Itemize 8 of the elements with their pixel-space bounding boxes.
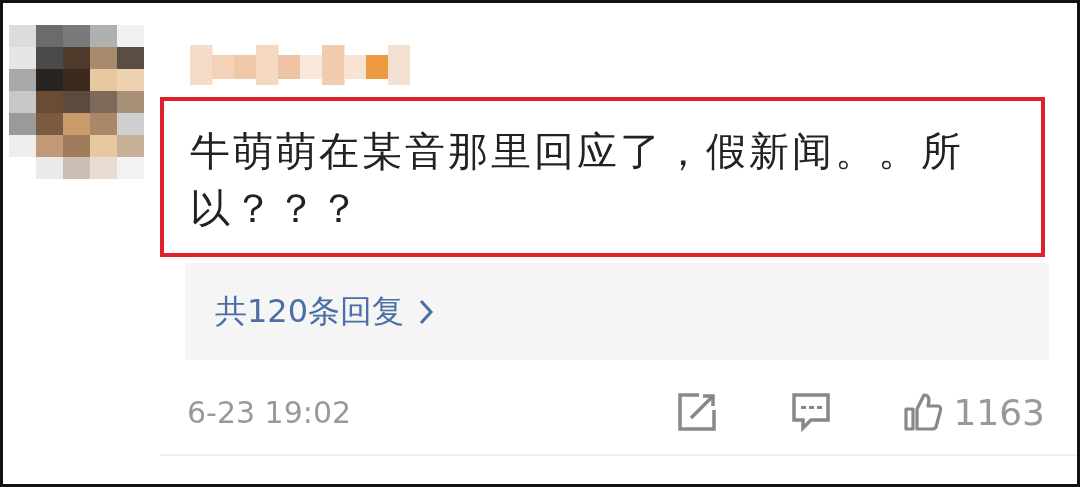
comment-text: 牛萌萌在某音那里回应了，假新闻。。所以？？？ — [160, 97, 1045, 257]
timestamp: 6-23 19:02 — [187, 394, 353, 430]
share-icon[interactable] — [677, 392, 718, 432]
replies-link[interactable]: 共120条回复 — [185, 263, 1049, 360]
comment-icon[interactable] — [791, 392, 832, 432]
like-count: 1163 — [953, 391, 1045, 433]
thumbs-up-icon[interactable] — [903, 392, 944, 432]
chevron-right-icon — [418, 297, 435, 326]
